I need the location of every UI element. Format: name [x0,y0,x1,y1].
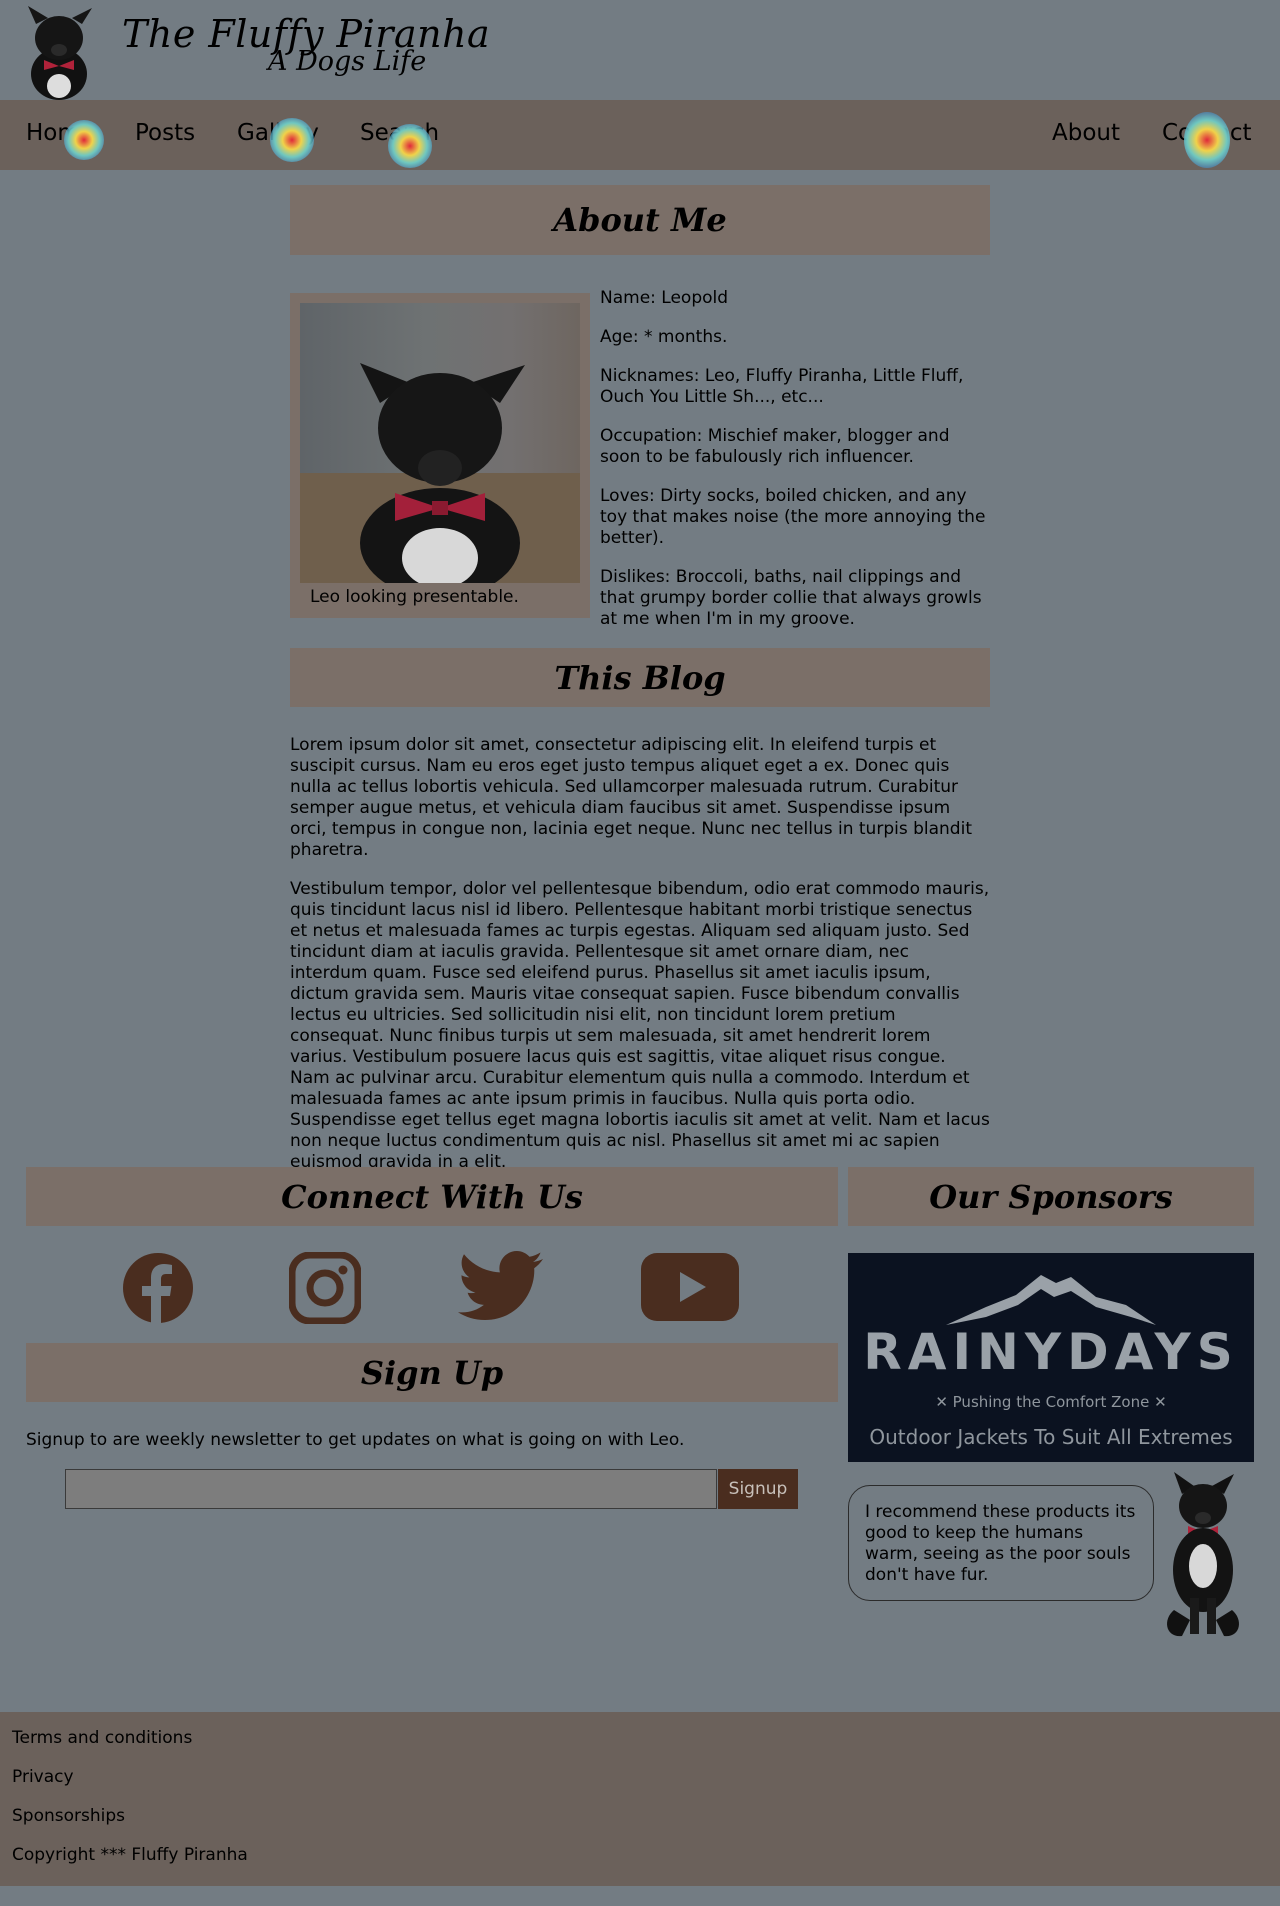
fact-nicknames: Nicknames: Leo, Fluffy Piranha, Little F… [600,366,964,407]
footer-link-sponsorships[interactable]: Sponsorships [12,1806,125,1826]
nav-link-search[interactable]: Search [360,120,439,146]
photo-card: Leo looking presentable. [290,293,590,618]
recommendation-bubble: I recommend these products its good to k… [848,1485,1154,1601]
blog-paragraph: Lorem ipsum dolor sit amet, consectetur … [290,735,972,860]
nav-link-home[interactable]: Home [26,120,94,146]
main-navigation: Home Posts Gallery Search About Contact [0,100,1280,170]
about-heading-bar: About Me [290,185,990,255]
blog-paragraph: Vestibulum tempor, dolor vel pellentesqu… [290,879,990,1172]
youtube-icon[interactable] [640,1252,740,1322]
footer-link-privacy[interactable]: Privacy [12,1767,74,1787]
footer-copyright: Copyright *** Fluffy Piranha [12,1845,248,1865]
mountain-logo-icon [946,1275,1156,1325]
fact-occupation: Occupation: Mischief maker, blogger and … [600,426,950,467]
fact-age: Age: * months. [600,327,728,347]
fact-loves: Loves: Dirty socks, boiled chicken, and … [600,486,986,548]
connect-heading-bar: Connect With Us [26,1167,838,1226]
newsletter-email-input[interactable] [65,1469,717,1509]
signup-heading: Sign Up [360,1353,504,1392]
signup-description: Signup to are weekly newsletter to get u… [26,1430,685,1450]
nav-link-posts[interactable]: Posts [135,120,195,146]
signup-heading-bar: Sign Up [26,1343,838,1402]
leo-photo[interactable] [300,303,580,583]
dog-portrait-icon [360,363,525,583]
blog-heading-bar: This Blog [290,648,990,707]
signup-button[interactable]: Signup [718,1469,798,1509]
dog-logo-icon[interactable] [20,4,98,100]
sponsor-cta: Outdoor Jackets To Suit All Extremes [869,1425,1233,1449]
blog-heading: This Blog [554,658,726,697]
site-subtitle: A Dogs Life [268,46,427,77]
nav-link-gallery[interactable]: Gallery [237,120,319,146]
sitting-dog-icon [1167,1472,1239,1637]
twitter-icon[interactable] [456,1250,544,1324]
nav-link-contact[interactable]: Contact [1162,120,1251,146]
sponsors-heading: Our Sponsors [929,1177,1173,1216]
sponsor-brand: RAINYDAYS [863,1323,1239,1381]
about-facts: Name: Leopold Age: * months. Nicknames: … [600,288,992,648]
photo-caption: Leo looking presentable. [310,587,519,607]
about-heading: About Me [553,201,727,239]
nav-link-about[interactable]: About [1052,120,1120,146]
sponsor-tagline: ✕ Pushing the Comfort Zone ✕ [935,1393,1167,1411]
footer-link-terms[interactable]: Terms and conditions [12,1728,192,1748]
instagram-icon[interactable] [289,1252,361,1324]
sponsor-advert[interactable]: RAINYDAYS ✕ Pushing the Comfort Zone ✕ O… [848,1253,1254,1462]
fact-name: Name: Leopold [600,288,729,308]
site-footer: Terms and conditions Privacy Sponsorship… [0,1712,1280,1886]
connect-heading: Connect With Us [281,1177,583,1216]
fact-dislikes: Dislikes: Broccoli, baths, nail clipping… [600,567,982,629]
sponsors-heading-bar: Our Sponsors [848,1167,1254,1226]
facebook-icon[interactable] [122,1252,194,1324]
site-header: The Fluffy Piranha A Dogs Life [0,0,1280,100]
